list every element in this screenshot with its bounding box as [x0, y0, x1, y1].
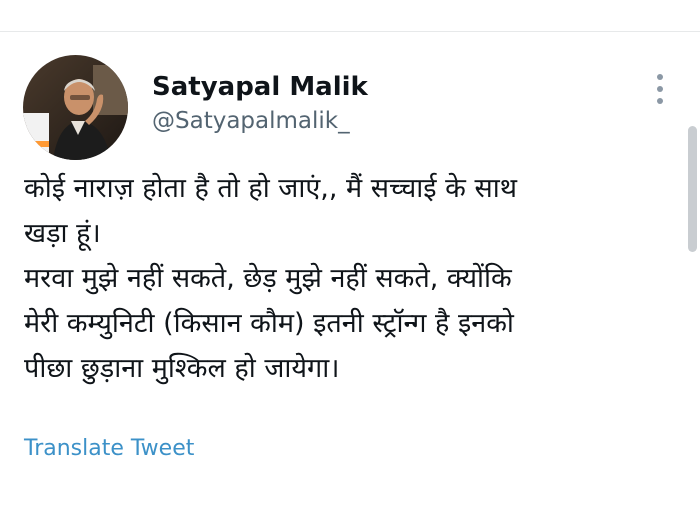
author-handle[interactable]: @Satyapalmalik_ [152, 108, 350, 134]
tweet-text-line: कोई नाराज़ होता है तो हो जाएं,, मैं सच्च… [24, 173, 517, 204]
translate-tweet-link[interactable]: Translate Tweet [24, 436, 194, 461]
more-vertical-icon-dot [657, 86, 663, 92]
tweet-card: Satyapal Malik @Satyapalmalik_ कोई नाराज… [0, 0, 700, 512]
tweet-text-line: मरवा मुझे नहीं सकते, छेड़ मुझे नहीं सकते… [24, 263, 512, 294]
avatar-image [23, 55, 128, 160]
tweet-text-line: मेरी कम्युनिटी (किसान कौम) इतनी स्ट्रॉन्… [24, 308, 514, 339]
more-options-button[interactable] [648, 72, 672, 106]
scrollbar-thumb[interactable] [688, 126, 697, 252]
more-vertical-icon [657, 74, 663, 80]
tweet-text-line: खड़ा हूं। [24, 218, 101, 249]
tweet-text: कोई नाराज़ होता है तो हो जाएं,, मैं सच्च… [24, 166, 664, 391]
more-vertical-icon-dot [657, 98, 663, 104]
author-display-name[interactable]: Satyapal Malik [152, 72, 368, 102]
tweet-text-line: पीछा छुड़ाना मुश्किल हो जायेगा। [24, 353, 340, 384]
avatar[interactable] [23, 55, 128, 160]
